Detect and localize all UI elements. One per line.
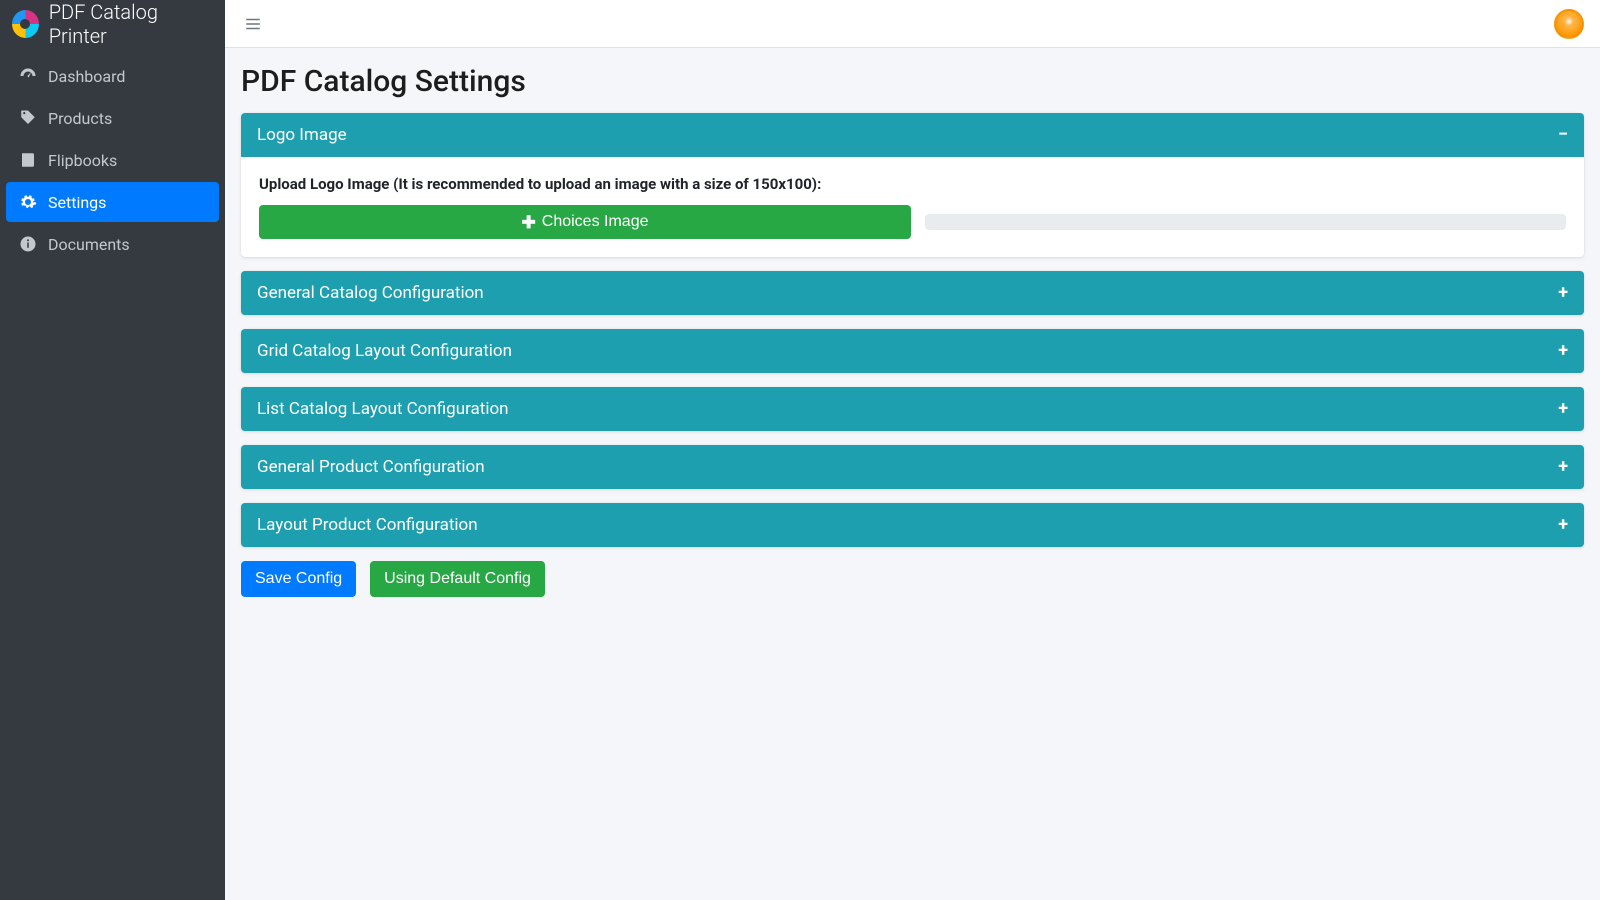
sidebar-item-documents[interactable]: Documents xyxy=(6,224,219,264)
hamburger-toggle[interactable] xyxy=(241,12,265,36)
sidebar-item-label: Settings xyxy=(48,193,106,212)
sidebar-item-label: Flipbooks xyxy=(48,151,117,170)
logo-image-card: Logo Image − Upload Logo Image (It is re… xyxy=(241,113,1584,257)
upload-button-label: Choices Image xyxy=(542,213,649,231)
sidebar-item-products[interactable]: Products xyxy=(6,98,219,138)
section-title: General Product Configuration xyxy=(257,457,485,477)
sidebar-item-flipbooks[interactable]: Flipbooks xyxy=(6,140,219,180)
main: PDF Catalog Settings Logo Image − Upload… xyxy=(225,0,1600,900)
sidebar-item-settings[interactable]: Settings xyxy=(6,182,219,222)
page-title: PDF Catalog Settings xyxy=(241,64,1584,99)
general-product-header[interactable]: General Product Configuration + xyxy=(241,445,1584,489)
grid-catalog-header[interactable]: Grid Catalog Layout Configuration + xyxy=(241,329,1584,373)
general-catalog-header[interactable]: General Catalog Configuration + xyxy=(241,271,1584,315)
brand-logo-icon xyxy=(12,10,39,38)
brand[interactable]: PDF Catalog Printer xyxy=(0,0,225,48)
topbar xyxy=(225,0,1600,48)
plus-icon: + xyxy=(1558,284,1568,302)
plus-icon: + xyxy=(1558,516,1568,534)
section-title: Grid Catalog Layout Configuration xyxy=(257,341,512,361)
default-config-button[interactable]: Using Default Config xyxy=(370,561,545,597)
upload-row: ✚ Choices Image xyxy=(259,205,1566,239)
save-config-button[interactable]: Save Config xyxy=(241,561,356,597)
list-catalog-header[interactable]: List Catalog Layout Configuration + xyxy=(241,387,1584,431)
sidebar: PDF Catalog Printer Dashboard Products F… xyxy=(0,0,225,900)
section-title: General Catalog Configuration xyxy=(257,283,484,303)
logo-image-body: Upload Logo Image (It is recommended to … xyxy=(241,157,1584,257)
section-title: Layout Product Configuration xyxy=(257,515,478,535)
minus-icon: − xyxy=(1558,126,1568,144)
sidebar-item-label: Products xyxy=(48,109,112,128)
action-row: Save Config Using Default Config xyxy=(241,561,1584,597)
upload-logo-label: Upload Logo Image (It is recommended to … xyxy=(259,175,1566,193)
sidebar-item-label: Documents xyxy=(48,235,130,254)
user-avatar[interactable] xyxy=(1554,9,1584,39)
book-icon xyxy=(18,150,38,170)
choices-image-button[interactable]: ✚ Choices Image xyxy=(259,205,911,239)
sidebar-item-dashboard[interactable]: Dashboard xyxy=(6,56,219,96)
plus-icon: ✚ xyxy=(522,214,536,231)
gear-icon xyxy=(18,192,38,212)
section-title: List Catalog Layout Configuration xyxy=(257,399,509,419)
logo-image-header[interactable]: Logo Image − xyxy=(241,113,1584,157)
sidebar-item-label: Dashboard xyxy=(48,67,125,86)
info-icon xyxy=(18,234,38,254)
plus-icon: + xyxy=(1558,400,1568,418)
upload-progress-bar xyxy=(925,214,1566,230)
sidebar-nav: Dashboard Products Flipbooks Settings xyxy=(0,48,225,274)
content: PDF Catalog Settings Logo Image − Upload… xyxy=(225,48,1600,900)
layout-product-header[interactable]: Layout Product Configuration + xyxy=(241,503,1584,547)
plus-icon: + xyxy=(1558,342,1568,360)
section-title: Logo Image xyxy=(257,125,347,145)
dashboard-icon xyxy=(18,66,38,86)
brand-title: PDF Catalog Printer xyxy=(49,0,213,48)
plus-icon: + xyxy=(1558,458,1568,476)
tag-icon xyxy=(18,108,38,128)
